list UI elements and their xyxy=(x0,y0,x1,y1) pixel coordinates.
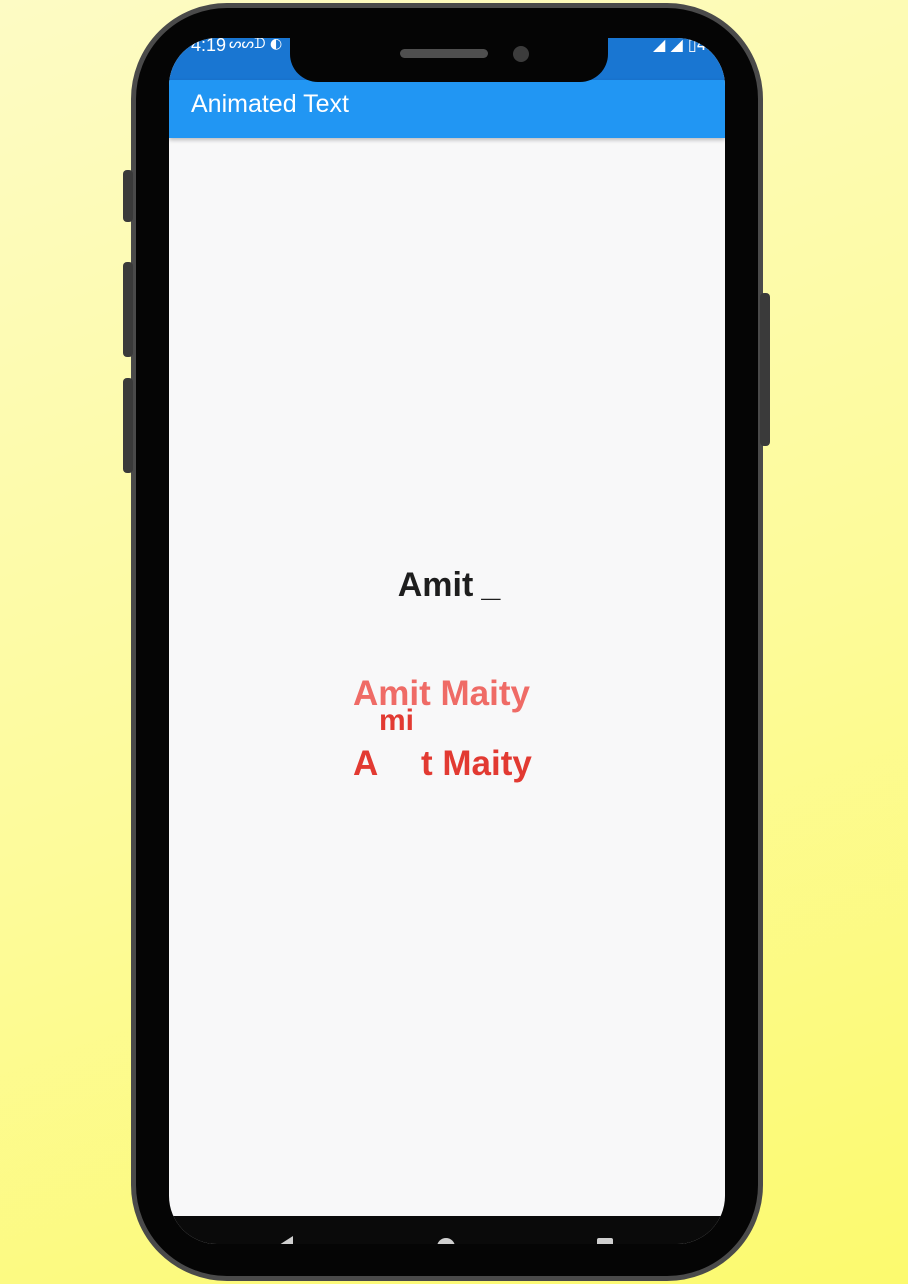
phone-mute-button xyxy=(123,170,133,222)
animated-falling-letters: mi xyxy=(379,704,415,737)
animated-text-suffix: t Maity xyxy=(421,744,532,783)
animated-text-prefix: A xyxy=(353,744,379,783)
typewriter-text: Amit _ xyxy=(169,566,725,605)
signal-battery-icons: ◢ ◢ ▯42 xyxy=(653,38,717,54)
navigation-bar xyxy=(169,1216,725,1244)
notification-icons: ᔕᔕᗪ ◐ xyxy=(229,38,283,52)
back-icon[interactable] xyxy=(279,1236,293,1244)
app-title: Animated Text xyxy=(191,90,349,118)
typewriter-cursor: _ xyxy=(481,566,501,604)
home-icon[interactable] xyxy=(437,1238,455,1244)
phone-power-button xyxy=(760,293,770,446)
phone-notch xyxy=(290,34,608,82)
front-camera-icon xyxy=(513,46,529,62)
status-time: 4:19 xyxy=(191,38,227,55)
speaker-grille xyxy=(400,49,488,58)
phone-volume-down-button xyxy=(123,378,133,473)
typewriter-word: Amit xyxy=(397,566,474,604)
app-bar: Animated Text xyxy=(169,80,725,138)
recents-icon[interactable] xyxy=(597,1238,613,1244)
phone-volume-up-button xyxy=(123,262,133,357)
phone-screen: 4:19 ᔕᔕᗪ ◐ ◢ ◢ ▯42 Animated Text Amit _ A… xyxy=(169,38,725,1244)
